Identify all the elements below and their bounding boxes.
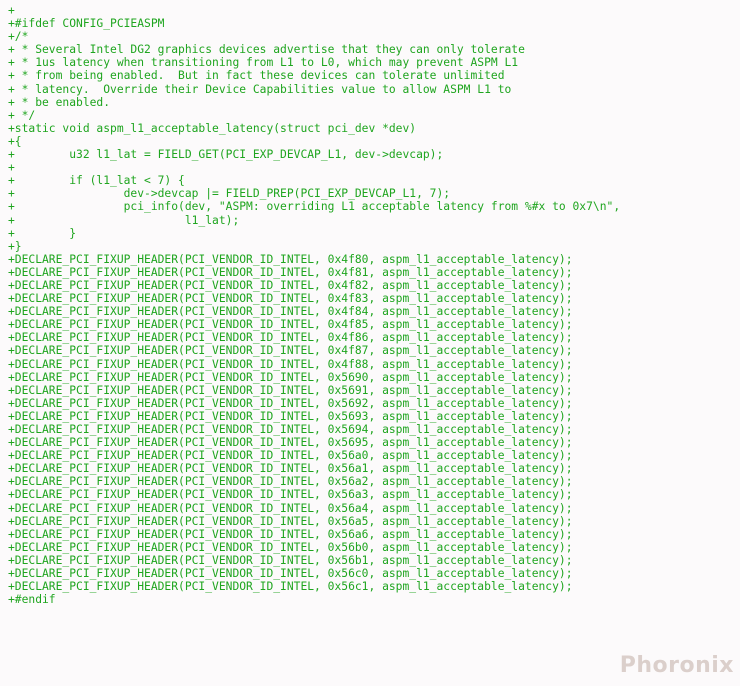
watermark-text: Phoronix [620,653,734,678]
diff-code-block: + +#ifdef CONFIG_PCIEASPM +/* + * Severa… [0,0,740,610]
